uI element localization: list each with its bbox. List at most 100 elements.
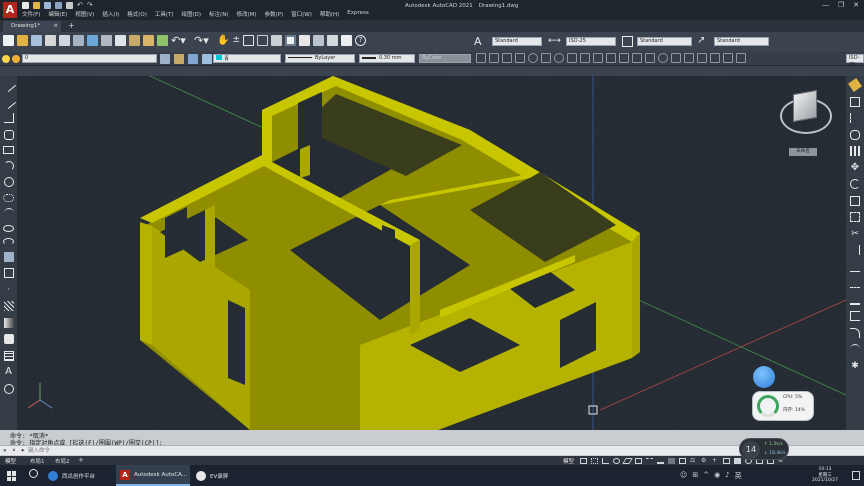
match-properties-icon[interactable] (143, 35, 154, 46)
start-button[interactable] (7, 471, 17, 481)
quick-dim-icon[interactable] (580, 53, 590, 63)
menu-express[interactable]: Express (347, 10, 368, 20)
undo-button-icon[interactable]: ↶▾ (171, 35, 191, 46)
command-search-icon[interactable]: ⌕ (12, 447, 16, 454)
tray-ime-icon[interactable]: 英 (735, 471, 742, 481)
tray-person-icon[interactable]: ☺ (680, 471, 687, 481)
join-icon[interactable] (850, 295, 860, 305)
tab-model[interactable]: 模型 (5, 457, 16, 465)
scale-icon[interactable] (850, 195, 860, 206)
command-prompt-icon[interactable]: ▸ (21, 446, 25, 454)
line-icon[interactable] (1, 77, 16, 93)
viewcube-box[interactable] (793, 89, 817, 123)
drawing-viewport[interactable]: 未命名 CPU: 5% 内存: 14% (17, 76, 846, 430)
break-point-icon[interactable] (850, 262, 860, 272)
search-icon[interactable] (29, 469, 38, 478)
tolerance-icon[interactable] (645, 53, 655, 63)
arc-icon[interactable] (3, 160, 14, 171)
revision-cloud-icon[interactable] (3, 193, 14, 202)
save-file-icon[interactable] (31, 35, 42, 46)
tray-volume-icon[interactable]: ♪ (725, 471, 729, 481)
gradient-icon[interactable] (3, 317, 14, 328)
construction-line-icon[interactable] (1, 94, 16, 109)
design-center-icon[interactable] (285, 35, 296, 46)
layer-on-icon[interactable] (12, 55, 20, 63)
menu-file[interactable]: 文件(F) (22, 10, 40, 20)
plot-icon[interactable] (45, 35, 56, 46)
new-file-icon[interactable] (3, 35, 14, 46)
dim-style-icon[interactable]: ⟷ (548, 36, 561, 46)
status-model-button[interactable]: 模型 (563, 457, 574, 465)
monitor-ball[interactable] (753, 366, 775, 388)
dim-edit-icon[interactable] (697, 53, 707, 63)
menu-draw[interactable]: 绘图(D) (182, 10, 202, 20)
print-icon[interactable] (66, 2, 73, 9)
make-current-icon[interactable] (160, 54, 170, 64)
tab-layout1[interactable]: 布局1 (30, 457, 45, 465)
ortho-toggle-icon[interactable] (602, 458, 609, 464)
tray-chevron-icon[interactable]: ^ (703, 471, 709, 481)
properties-icon[interactable] (271, 35, 282, 46)
workspace-icon[interactable]: ⚙ (701, 458, 708, 464)
open-icon[interactable] (33, 2, 40, 9)
otrack-toggle-icon[interactable] (646, 458, 653, 464)
table-icon[interactable] (3, 350, 14, 361)
osnap-toggle-icon[interactable] (635, 458, 642, 464)
block-editor-icon[interactable] (157, 35, 168, 46)
angular-dim-icon[interactable] (567, 53, 577, 63)
annotation-scale-icon[interactable]: ⚖ (690, 458, 697, 464)
menu-parametric[interactable]: 参数(P) (265, 10, 284, 20)
center-mark-icon[interactable] (658, 53, 668, 63)
new-tab-button[interactable]: + (68, 21, 75, 30)
taskbar-item-xigua[interactable]: 西瓜创作平台 (44, 465, 110, 486)
mtext-icon[interactable]: A (4, 367, 14, 377)
transparency-toggle-icon[interactable] (668, 458, 675, 464)
polar-toggle-icon[interactable] (613, 458, 620, 464)
explode-icon[interactable]: ✱ (850, 361, 860, 371)
linetype-select[interactable]: ByLayer (285, 54, 355, 63)
move-icon[interactable]: ✥ (850, 162, 860, 173)
text-style-icon[interactable]: A (474, 35, 482, 48)
inspect-icon[interactable] (671, 53, 681, 63)
units-icon[interactable] (723, 458, 730, 464)
maximize-icon[interactable]: ❐ (838, 1, 844, 9)
snap-toggle-icon[interactable] (591, 458, 598, 464)
viewcube-label[interactable]: 未命名 (789, 148, 817, 156)
ellipse-icon[interactable] (3, 224, 14, 232)
make-block-icon[interactable] (3, 268, 14, 278)
annotation-monitor-icon[interactable]: + (712, 458, 719, 464)
sheet-set-icon[interactable] (313, 35, 324, 46)
plotstyle-select[interactable]: ByColor (419, 54, 471, 63)
pan-icon[interactable]: ✋ (217, 35, 229, 46)
menu-tools[interactable]: 工具(T) (155, 10, 174, 20)
tab-layout2[interactable]: 布局2 (55, 457, 70, 465)
redo-button-icon[interactable]: ↷▾ (194, 35, 214, 46)
stretch-icon[interactable] (850, 212, 860, 222)
app-logo[interactable]: A (3, 2, 17, 18)
mirror-icon[interactable] (850, 113, 860, 123)
tool-palettes-icon[interactable] (299, 35, 310, 46)
insert-block-icon[interactable] (3, 251, 14, 262)
menu-modify[interactable]: 修改(M) (236, 10, 256, 20)
command-close-icon[interactable]: ✕ (3, 447, 7, 454)
dim-text-edit-icon[interactable] (710, 53, 720, 63)
paste-icon[interactable] (129, 35, 140, 46)
add-selected-icon[interactable] (3, 383, 14, 394)
layer-isolate-icon[interactable] (202, 54, 212, 64)
dim-space-icon[interactable] (619, 53, 629, 63)
point-icon[interactable]: · (4, 285, 14, 295)
ellipse-arc-icon[interactable] (3, 238, 14, 245)
menu-insert[interactable]: 插入(I) (102, 10, 119, 20)
menu-view[interactable]: 视图(V) (75, 10, 94, 20)
layer-match-icon[interactable] (174, 54, 184, 64)
menu-window[interactable]: 窗口(W) (291, 10, 312, 20)
multileader-style-select[interactable]: Standard (714, 37, 769, 46)
zoom-window-icon[interactable] (243, 35, 254, 46)
doc-tab-drawing1[interactable]: Drawing1* × (3, 21, 61, 32)
dim-break-icon[interactable] (632, 53, 642, 63)
aligned-dim-icon[interactable] (489, 53, 499, 63)
extend-icon[interactable] (850, 245, 860, 255)
layer-previous-icon[interactable] (188, 54, 198, 64)
dim-update-icon[interactable] (723, 53, 733, 63)
radius-dim-icon[interactable] (528, 53, 538, 63)
